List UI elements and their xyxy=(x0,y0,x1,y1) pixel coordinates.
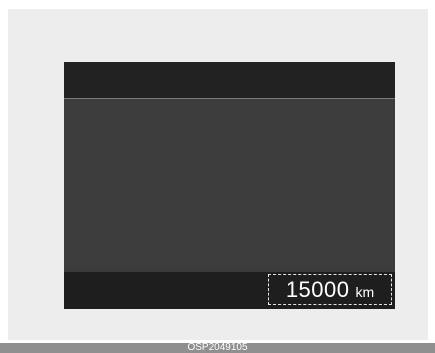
figure-frame: 15000 km xyxy=(8,9,428,340)
odometer-value: 15000 xyxy=(285,276,350,302)
display-main-area xyxy=(64,99,395,270)
odometer-unit: km xyxy=(355,283,375,300)
display-top-bar xyxy=(64,62,395,98)
figure-caption: OSP2049105 xyxy=(0,343,435,353)
display-bottom-bar: 15000 km xyxy=(64,272,395,309)
odometer-readout: 15000 km xyxy=(268,274,392,305)
cluster-display: 15000 km xyxy=(64,62,395,309)
